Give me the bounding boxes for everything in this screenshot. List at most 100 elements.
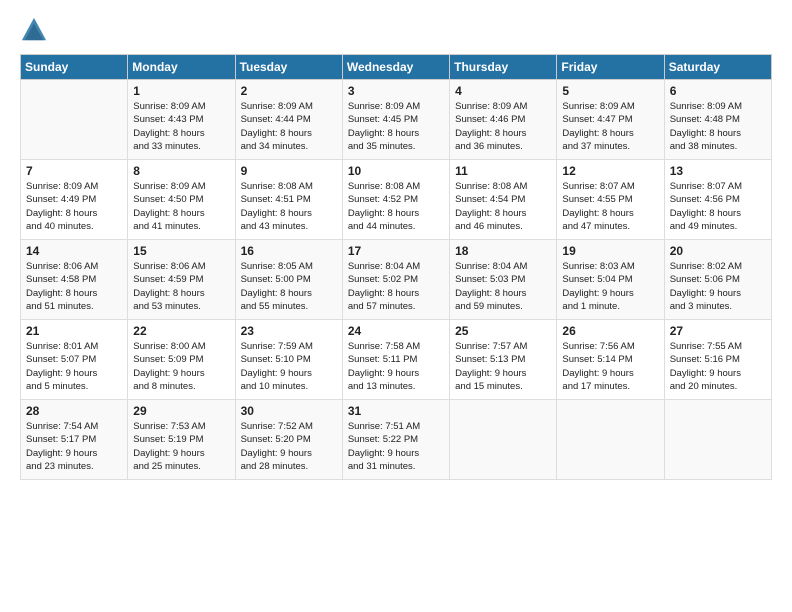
cell-details: Sunrise: 8:08 AMSunset: 4:52 PMDaylight:…	[348, 180, 444, 233]
cell-details: Sunrise: 7:54 AMSunset: 5:17 PMDaylight:…	[26, 420, 122, 473]
day-number: 18	[455, 244, 551, 258]
logo-icon	[20, 16, 48, 44]
calendar-cell: 21Sunrise: 8:01 AMSunset: 5:07 PMDayligh…	[21, 320, 128, 400]
day-number: 19	[562, 244, 658, 258]
day-number: 14	[26, 244, 122, 258]
day-number: 10	[348, 164, 444, 178]
day-number: 4	[455, 84, 551, 98]
day-number: 8	[133, 164, 229, 178]
calendar-cell: 19 Sunrise: 8:03 AMSunset: 5:04 PMDayligh…	[557, 240, 664, 320]
cell-details: Sunrise: 8:06 AMSunset: 4:59 PMDaylight:…	[133, 260, 229, 313]
day-number: 11	[455, 164, 551, 178]
header-cell-tuesday: Tuesday	[235, 55, 342, 80]
cell-details: Sunrise: 8:04 AMSunset: 5:02 PMDaylight:…	[348, 260, 444, 313]
calendar-cell: 11 Sunrise: 8:08 AMSunset: 4:54 PMDayligh…	[450, 160, 557, 240]
day-number: 25	[455, 324, 551, 338]
day-number: 3	[348, 84, 444, 98]
calendar-cell: 14 Sunrise: 8:06 AMSunset: 4:58 PMDayligh…	[21, 240, 128, 320]
day-number: 26	[562, 324, 658, 338]
week-row-1: 1 Sunrise: 8:09 AMSunset: 4:43 PMDaylight…	[21, 80, 772, 160]
day-number: 5	[562, 84, 658, 98]
calendar-cell: 13Sunrise: 8:07 AMSunset: 4:56 PMDayligh…	[664, 160, 771, 240]
cell-details: Sunrise: 8:05 AMSunset: 5:00 PMDaylight:…	[241, 260, 337, 313]
calendar-cell	[450, 400, 557, 480]
calendar-cell: 7 Sunrise: 8:09 AMSunset: 4:49 PMDaylight…	[21, 160, 128, 240]
calendar-cell: 3 Sunrise: 8:09 AMSunset: 4:45 PMDaylight…	[342, 80, 449, 160]
cell-details: Sunrise: 7:57 AMSunset: 5:13 PMDaylight:…	[455, 340, 551, 393]
cell-details: Sunrise: 8:02 AMSunset: 5:06 PMDaylight:…	[670, 260, 766, 313]
cell-details: Sunrise: 8:08 AMSunset: 4:51 PMDaylight:…	[241, 180, 337, 233]
calendar-body: 1 Sunrise: 8:09 AMSunset: 4:43 PMDaylight…	[21, 80, 772, 480]
cell-details: Sunrise: 8:00 AMSunset: 5:09 PMDaylight:…	[133, 340, 229, 393]
calendar-cell: 20 Sunrise: 8:02 AMSunset: 5:06 PMDayligh…	[664, 240, 771, 320]
cell-details: Sunrise: 7:55 AMSunset: 5:16 PMDaylight:…	[670, 340, 766, 393]
header-row: SundayMondayTuesdayWednesdayThursdayFrid…	[21, 55, 772, 80]
cell-details: Sunrise: 8:09 AMSunset: 4:49 PMDaylight:…	[26, 180, 122, 233]
day-number: 30	[241, 404, 337, 418]
cell-details: Sunrise: 8:01 AMSunset: 5:07 PMDaylight:…	[26, 340, 122, 393]
cell-details: Sunrise: 8:09 AMSunset: 4:45 PMDaylight:…	[348, 100, 444, 153]
calendar-cell: 22 Sunrise: 8:00 AMSunset: 5:09 PMDayligh…	[128, 320, 235, 400]
day-number: 15	[133, 244, 229, 258]
calendar-cell	[557, 400, 664, 480]
calendar-cell: 6 Sunrise: 8:09 AMSunset: 4:48 PMDaylight…	[664, 80, 771, 160]
day-number: 13	[670, 164, 766, 178]
calendar-cell	[21, 80, 128, 160]
day-number: 16	[241, 244, 337, 258]
day-number: 2	[241, 84, 337, 98]
day-number: 28	[26, 404, 122, 418]
header-cell-sunday: Sunday	[21, 55, 128, 80]
cell-details: Sunrise: 8:04 AMSunset: 5:03 PMDaylight:…	[455, 260, 551, 313]
calendar-cell: 2Sunrise: 8:09 AMSunset: 4:44 PMDaylight…	[235, 80, 342, 160]
cell-details: Sunrise: 8:09 AMSunset: 4:43 PMDaylight:…	[133, 100, 229, 153]
week-row-2: 7 Sunrise: 8:09 AMSunset: 4:49 PMDaylight…	[21, 160, 772, 240]
header-cell-wednesday: Wednesday	[342, 55, 449, 80]
cell-details: Sunrise: 8:09 AMSunset: 4:50 PMDaylight:…	[133, 180, 229, 233]
calendar-header: SundayMondayTuesdayWednesdayThursdayFrid…	[21, 55, 772, 80]
day-number: 1	[133, 84, 229, 98]
cell-details: Sunrise: 8:09 AMSunset: 4:48 PMDaylight:…	[670, 100, 766, 153]
calendar-cell: 12Sunrise: 8:07 AMSunset: 4:55 PMDayligh…	[557, 160, 664, 240]
calendar-cell: 4 Sunrise: 8:09 AMSunset: 4:46 PMDaylight…	[450, 80, 557, 160]
calendar-cell: 10 Sunrise: 8:08 AMSunset: 4:52 PMDayligh…	[342, 160, 449, 240]
cell-details: Sunrise: 8:03 AMSunset: 5:04 PMDaylight:…	[562, 260, 658, 313]
calendar-cell: 15 Sunrise: 8:06 AMSunset: 4:59 PMDayligh…	[128, 240, 235, 320]
calendar-cell: 18 Sunrise: 8:04 AMSunset: 5:03 PMDayligh…	[450, 240, 557, 320]
calendar-cell: 31Sunrise: 7:51 AMSunset: 5:22 PMDayligh…	[342, 400, 449, 480]
cell-details: Sunrise: 8:09 AMSunset: 4:46 PMDaylight:…	[455, 100, 551, 153]
day-number: 22	[133, 324, 229, 338]
calendar-cell: 26 Sunrise: 7:56 AMSunset: 5:14 PMDayligh…	[557, 320, 664, 400]
cell-details: Sunrise: 8:09 AMSunset: 4:47 PMDaylight:…	[562, 100, 658, 153]
day-number: 9	[241, 164, 337, 178]
logo	[20, 16, 52, 44]
header-cell-monday: Monday	[128, 55, 235, 80]
day-number: 20	[670, 244, 766, 258]
day-number: 7	[26, 164, 122, 178]
week-row-3: 14 Sunrise: 8:06 AMSunset: 4:58 PMDayligh…	[21, 240, 772, 320]
calendar-cell: 16 Sunrise: 8:05 AMSunset: 5:00 PMDayligh…	[235, 240, 342, 320]
day-number: 17	[348, 244, 444, 258]
cell-details: Sunrise: 8:08 AMSunset: 4:54 PMDaylight:…	[455, 180, 551, 233]
week-row-5: 28 Sunrise: 7:54 AMSunset: 5:17 PMDayligh…	[21, 400, 772, 480]
day-number: 23	[241, 324, 337, 338]
calendar-table: SundayMondayTuesdayWednesdayThursdayFrid…	[20, 54, 772, 480]
calendar-cell: 25 Sunrise: 7:57 AMSunset: 5:13 PMDayligh…	[450, 320, 557, 400]
day-number: 24	[348, 324, 444, 338]
calendar-cell: 27 Sunrise: 7:55 AMSunset: 5:16 PMDayligh…	[664, 320, 771, 400]
cell-details: Sunrise: 7:51 AMSunset: 5:22 PMDaylight:…	[348, 420, 444, 473]
calendar-cell: 24 Sunrise: 7:58 AMSunset: 5:11 PMDayligh…	[342, 320, 449, 400]
day-number: 6	[670, 84, 766, 98]
header	[20, 16, 772, 44]
calendar-cell: 17 Sunrise: 8:04 AMSunset: 5:02 PMDayligh…	[342, 240, 449, 320]
cell-details: Sunrise: 7:56 AMSunset: 5:14 PMDaylight:…	[562, 340, 658, 393]
day-number: 27	[670, 324, 766, 338]
week-row-4: 21Sunrise: 8:01 AMSunset: 5:07 PMDayligh…	[21, 320, 772, 400]
calendar-cell: 1 Sunrise: 8:09 AMSunset: 4:43 PMDaylight…	[128, 80, 235, 160]
cell-details: Sunrise: 8:06 AMSunset: 4:58 PMDaylight:…	[26, 260, 122, 313]
calendar-cell: 28 Sunrise: 7:54 AMSunset: 5:17 PMDayligh…	[21, 400, 128, 480]
cell-details: Sunrise: 7:59 AMSunset: 5:10 PMDaylight:…	[241, 340, 337, 393]
calendar-cell: 5 Sunrise: 8:09 AMSunset: 4:47 PMDaylight…	[557, 80, 664, 160]
cell-details: Sunrise: 7:58 AMSunset: 5:11 PMDaylight:…	[348, 340, 444, 393]
header-cell-thursday: Thursday	[450, 55, 557, 80]
calendar-cell: 30Sunrise: 7:52 AMSunset: 5:20 PMDayligh…	[235, 400, 342, 480]
